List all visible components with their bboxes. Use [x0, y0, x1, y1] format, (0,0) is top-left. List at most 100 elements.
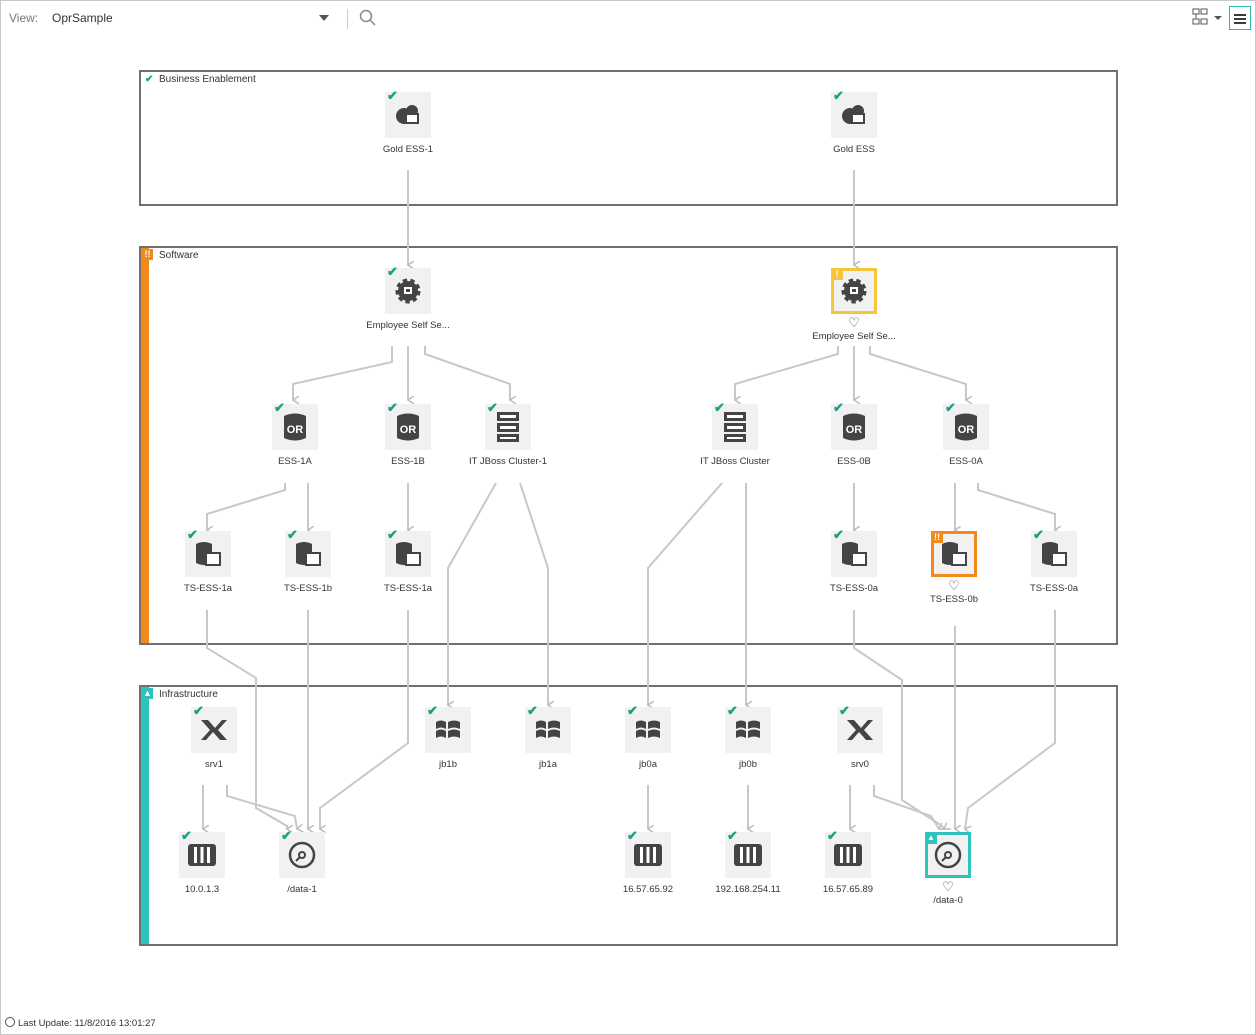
node-jb0b[interactable]: ✔ jb0b	[693, 703, 803, 770]
node-gold-ess[interactable]: ✔ Gold ESS	[799, 88, 909, 155]
node-employee-self-service-1[interactable]: ✔ Employee Self Se...	[353, 264, 463, 331]
node-it-jboss-cluster[interactable]: ✔ IT JBoss Cluster	[680, 400, 790, 467]
node-gold-ess-1[interactable]: ✔ Gold ESS-1	[353, 88, 463, 155]
network-interface-icon: ✔	[625, 828, 671, 878]
node-ts-ess-0a-2[interactable]: ✔ TS-ESS-0a	[999, 527, 1109, 594]
check-icon: ✔	[387, 527, 398, 542]
check-icon: ✔	[945, 400, 956, 415]
check-icon: ✔	[833, 400, 844, 415]
node-label: ESS-1A	[278, 456, 312, 467]
windows-icon: ✔	[525, 703, 571, 753]
network-interface-icon: ✔	[725, 828, 771, 878]
group-business-enablement: ✔ Business Enablement	[139, 70, 1118, 206]
node-label: 10.0.1.3	[184, 884, 220, 895]
node-ts-ess-0a[interactable]: ✔ TS-ESS-0a	[799, 527, 909, 594]
node-ts-ess-1b[interactable]: ✔ TS-ESS-1b	[253, 527, 363, 594]
node-label: Gold ESS-1	[382, 144, 434, 155]
tablespace-icon: ✔	[285, 527, 331, 577]
oracle-db-icon: OR ✔	[943, 400, 989, 450]
node-ess-1a[interactable]: OR ✔ ESS-1A	[240, 400, 350, 467]
disk-icon: ✔	[279, 828, 325, 878]
health-heart-icon: ♡	[942, 879, 954, 894]
check-icon: ✔	[187, 527, 198, 542]
node-jb1a[interactable]: ✔ jb1a	[493, 703, 603, 770]
node-label: Employee Self Se...	[366, 320, 450, 331]
svg-text:OR: OR	[287, 424, 304, 436]
layout-icon[interactable]	[1192, 8, 1224, 28]
node-it-jboss-cluster-1[interactable]: ✔ IT JBoss Cluster-1	[453, 400, 563, 467]
node-data-0[interactable]: ▲ ♡ /data-0	[893, 832, 1003, 906]
tablespace-icon: ✔	[1031, 527, 1077, 577]
node-label: ESS-0B	[837, 456, 871, 467]
node-ip-16-57-65-89[interactable]: ✔ 16.57.65.89	[793, 828, 903, 895]
check-icon: ✔	[627, 828, 638, 843]
node-label: TS-ESS-1a	[383, 583, 433, 594]
group-title: Infrastructure	[159, 689, 218, 700]
node-label: srv1	[205, 759, 223, 770]
check-icon: ✔	[387, 264, 398, 279]
node-jb0a[interactable]: ✔ jb0a	[593, 703, 703, 770]
hamburger-menu-icon[interactable]	[1229, 6, 1251, 30]
refresh-icon[interactable]	[5, 1017, 15, 1027]
check-icon: ✔	[181, 828, 192, 843]
search-icon[interactable]	[358, 8, 378, 28]
check-icon: ✔	[487, 400, 498, 415]
health-heart-icon: ♡	[948, 578, 960, 593]
node-srv1[interactable]: ✔ srv1	[159, 703, 269, 770]
toolbar-divider	[347, 9, 348, 29]
check-icon: ✔	[527, 703, 538, 718]
node-label: IT JBoss Cluster-1	[469, 456, 547, 467]
business-service-icon: ✔	[385, 88, 431, 138]
node-label: ESS-0A	[949, 456, 983, 467]
tablespace-icon: !!	[931, 531, 977, 577]
node-label: TS-ESS-0a	[829, 583, 879, 594]
warning-status-icon: ▲	[142, 688, 153, 699]
check-icon: ✔	[1033, 527, 1044, 542]
group-status-bar	[141, 687, 149, 944]
node-label: /data-1	[287, 884, 317, 895]
check-icon: ✔	[833, 527, 844, 542]
check-icon: ✔	[727, 828, 738, 843]
disk-icon: ▲	[925, 832, 971, 878]
tablespace-icon: ✔	[385, 527, 431, 577]
tablespace-icon: ✔	[185, 527, 231, 577]
node-label: jb0a	[639, 759, 657, 770]
unix-server-icon: ✔	[837, 703, 883, 753]
node-jb1b[interactable]: ✔ jb1b	[393, 703, 503, 770]
node-data-1[interactable]: ✔ /data-1	[247, 828, 357, 895]
chevron-down-icon[interactable]	[319, 15, 329, 21]
node-ess-0b[interactable]: OR ✔ ESS-0B	[799, 400, 909, 467]
node-ts-ess-0b[interactable]: !! ♡ TS-ESS-0b	[899, 531, 1009, 605]
node-ess-0a[interactable]: OR ✔ ESS-0A	[911, 400, 1021, 467]
svg-text:OR: OR	[400, 424, 417, 436]
node-ip-16-57-65-92[interactable]: ✔ 16.57.65.92	[593, 828, 703, 895]
group-title: Software	[159, 250, 199, 261]
node-label: TS-ESS-1a	[183, 583, 233, 594]
windows-icon: ✔	[625, 703, 671, 753]
windows-icon: ✔	[425, 703, 471, 753]
check-icon: ✔	[833, 88, 844, 103]
check-icon: ✔	[387, 400, 398, 415]
node-ess-1b[interactable]: OR ✔ ESS-1B	[353, 400, 463, 467]
check-icon: ✔	[287, 527, 298, 542]
application-gear-icon: !	[831, 268, 877, 314]
node-label: Employee Self Se...	[812, 331, 896, 342]
check-icon: ✔	[281, 828, 292, 843]
oracle-db-icon: OR ✔	[385, 400, 431, 450]
node-label: 192.168.254.11	[715, 884, 781, 895]
node-ip-192-168-254-11[interactable]: ✔ 192.168.254.11	[693, 828, 803, 895]
node-employee-self-service-2[interactable]: ! ♡ Employee Self Se...	[799, 268, 909, 342]
business-service-icon: ✔	[831, 88, 877, 138]
node-ip-10-0-1-3[interactable]: ✔ 10.0.1.3	[147, 828, 257, 895]
check-icon: ✔	[827, 828, 838, 843]
network-interface-icon: ✔	[825, 828, 871, 878]
last-update-text: Last Update: 11/8/2016 13:01:27	[18, 1018, 156, 1029]
node-label: IT JBoss Cluster	[700, 456, 770, 467]
view-select[interactable]: OprSample	[52, 11, 113, 25]
unix-server-icon: ✔	[191, 703, 237, 753]
node-srv0[interactable]: ✔ srv0	[805, 703, 915, 770]
check-icon: ✔	[714, 400, 725, 415]
node-ts-ess-1a[interactable]: ✔ TS-ESS-1a	[153, 527, 263, 594]
node-ts-ess-1a-2[interactable]: ✔ TS-ESS-1a	[353, 527, 463, 594]
check-icon: ✔	[427, 703, 438, 718]
